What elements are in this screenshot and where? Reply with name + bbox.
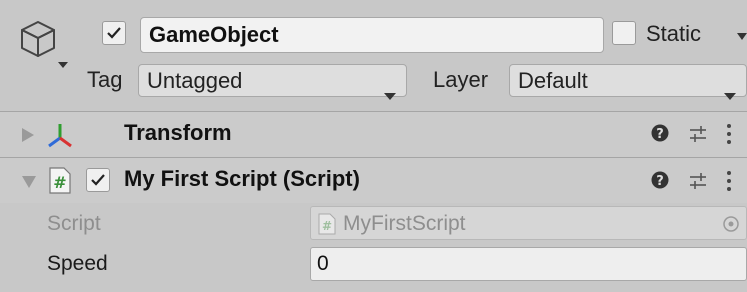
transform-component-header[interactable]: Transform ? (0, 111, 747, 157)
tag-value: Untagged (147, 68, 243, 93)
object-picker-icon[interactable] (722, 215, 740, 238)
context-menu-kebab-icon[interactable] (725, 123, 733, 150)
script-enabled-checkbox[interactable] (86, 168, 110, 192)
chevron-down-icon (724, 78, 736, 109)
chevron-down-icon (384, 78, 396, 109)
tag-label: Tag (87, 67, 123, 92)
script-hash-icon: # (317, 213, 337, 240)
script-object-field: # MyFirstScript (310, 206, 747, 240)
inspector-panel: GameObject Static Tag Untagged Layer Def… (0, 0, 747, 292)
speed-field-label: Speed (47, 252, 108, 275)
active-toggle[interactable] (102, 21, 126, 45)
presets-sliders-icon[interactable] (688, 124, 708, 149)
tag-dropdown[interactable]: Untagged (138, 64, 407, 100)
svg-text:#: # (322, 219, 332, 233)
script-object-value: MyFirstScript (343, 212, 466, 235)
speed-input[interactable]: 0 (310, 247, 747, 281)
script-hash-icon: # (48, 167, 72, 199)
context-menu-kebab-icon[interactable] (725, 170, 733, 197)
gameobject-header: GameObject Static Tag Untagged Layer Def… (0, 0, 747, 110)
script-component-header[interactable]: # My First Script (Script) ? (0, 157, 747, 203)
layer-value: Default (518, 68, 588, 93)
script-field-label: Script (47, 212, 101, 235)
gameobject-cube-icon[interactable] (18, 16, 68, 72)
static-dropdown-arrow-icon[interactable] (737, 28, 747, 46)
help-icon[interactable]: ? (651, 124, 669, 147)
svg-text:#: # (53, 173, 66, 192)
fold-arrow-right-icon[interactable] (22, 128, 34, 147)
static-checkbox[interactable] (612, 21, 636, 45)
script-component-title: My First Script (Script) (124, 166, 360, 191)
checkmark-icon (91, 174, 105, 186)
checkmark-icon (107, 27, 121, 39)
fold-arrow-down-icon[interactable] (22, 175, 36, 193)
gameobject-name-field[interactable]: GameObject (140, 17, 604, 53)
svg-text:?: ? (656, 127, 664, 142)
layer-label: Layer (433, 67, 489, 92)
svg-text:?: ? (656, 174, 664, 189)
static-label: Static (646, 21, 702, 46)
layer-dropdown[interactable]: Default (509, 64, 747, 100)
transform-gizmo-icon (42, 120, 78, 155)
presets-sliders-icon[interactable] (688, 171, 708, 196)
help-icon[interactable]: ? (651, 171, 669, 194)
transform-title: Transform (124, 120, 232, 145)
